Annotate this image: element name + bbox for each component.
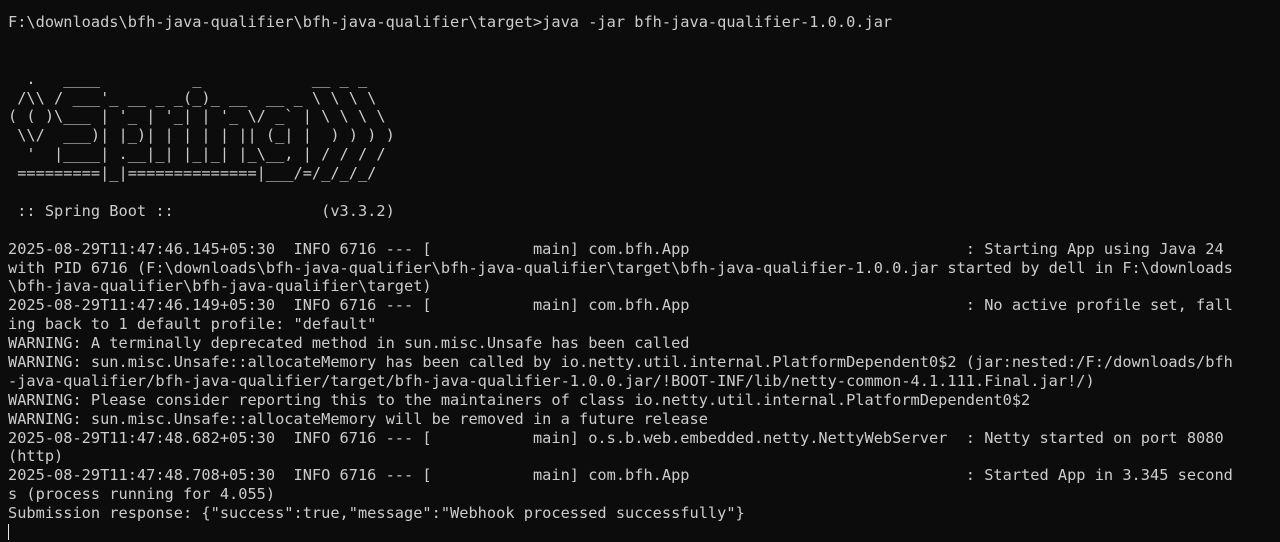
log-line: WARNING: sun.misc.Unsafe::allocateMemory…	[8, 409, 708, 428]
log-line: WARNING: sun.misc.Unsafe::allocateMemory…	[8, 353, 1233, 372]
log-line: WARNING: Please consider reporting this …	[8, 390, 1031, 409]
banner-line: =========|_|==============|___/=/_/_/_/	[8, 164, 377, 183]
log-line: (http)	[8, 447, 64, 466]
input-line[interactable]	[8, 523, 1280, 542]
command-prompt-line: F:\downloads\bfh-java-qualifier\bfh-java…	[8, 13, 893, 31]
log-output: 2025-08-29T11:47:46.145+05:30 INFO 6716 …	[8, 240, 1280, 523]
banner-line: /\\ / ___'_ __ _ _(_)_ __ __ _ \ \ \ \	[8, 88, 377, 107]
spring-boot-version-line: :: Spring Boot :: (v3.3.2)	[8, 201, 395, 220]
banner-line: \\/ ___)| |_)| | | | | || (_| | ) ) ) )	[8, 126, 395, 145]
log-line: Submission response: {"success":true,"me…	[8, 504, 745, 523]
log-line: ing back to 1 default profile: "default"	[8, 315, 377, 334]
banner-line: . ____ _ __ _ _	[8, 69, 368, 88]
log-line: 2025-08-29T11:47:46.149+05:30 INFO 6716 …	[8, 296, 1233, 315]
terminal-window[interactable]: F:\downloads\bfh-java-qualifier\bfh-java…	[0, 0, 1280, 541]
log-line: s (process running for 4.055)	[8, 485, 276, 504]
banner-line: ( ( )\___ | '_ | '_| | '_ \/ _` | \ \ \ …	[8, 107, 386, 126]
log-line: WARNING: A terminally deprecated method …	[8, 334, 690, 353]
text-cursor	[8, 524, 9, 541]
log-line: \bfh-java-qualifier\bfh-java-qualifier\t…	[8, 277, 432, 296]
banner-line: ' |____| .__|_| |_|_| |_\__, | / / / /	[8, 145, 386, 164]
log-line: 2025-08-29T11:47:48.708+05:30 INFO 6716 …	[8, 466, 1233, 485]
spring-ascii-banner: . ____ _ __ _ _ /\\ / ___'_ __ _ _(_)_ _…	[8, 70, 1280, 183]
log-line: with PID 6716 (F:\downloads\bfh-java-qua…	[8, 258, 1233, 277]
log-line: -java-qualifier/bfh-java-qualifier/targe…	[8, 371, 1095, 390]
log-line: 2025-08-29T11:47:46.145+05:30 INFO 6716 …	[8, 239, 1224, 258]
log-line: 2025-08-29T11:47:48.682+05:30 INFO 6716 …	[8, 428, 1224, 447]
